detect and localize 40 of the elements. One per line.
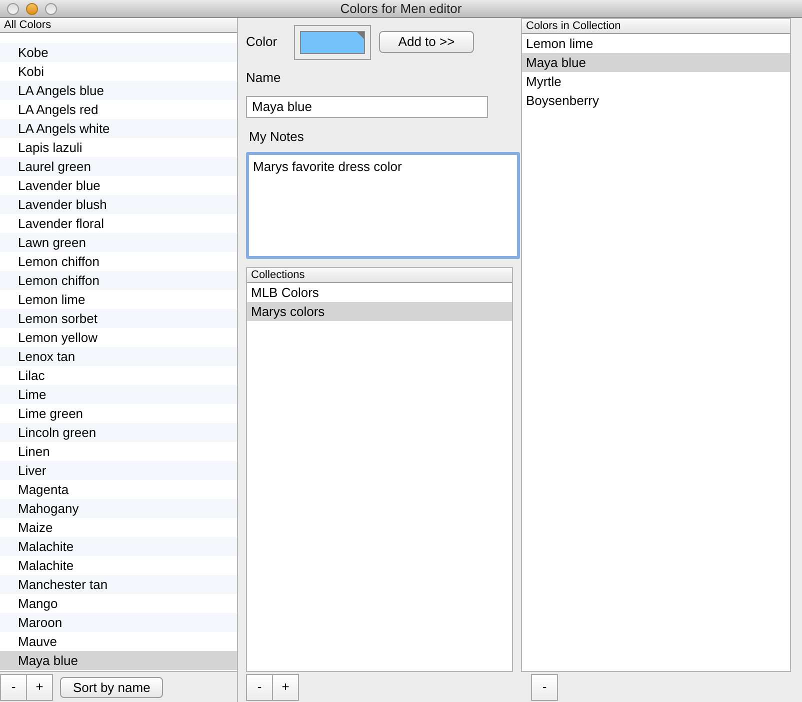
list-item[interactable]: LA Angels white xyxy=(0,119,237,138)
color-label: Color xyxy=(246,33,278,52)
window-title: Colors for Men editor xyxy=(340,0,462,18)
list-item[interactable]: LA Angels blue xyxy=(0,81,237,100)
list-item[interactable]: Lemon chiffon xyxy=(0,271,237,290)
list-item[interactable]: Mahogany xyxy=(0,499,237,518)
list-item[interactable]: Lenox tan xyxy=(0,347,237,366)
zoom-icon[interactable] xyxy=(45,3,57,15)
list-header[interactable]: All Colors xyxy=(0,18,237,33)
list-item[interactable]: Marys colors xyxy=(247,302,512,321)
add-button[interactable]: + xyxy=(26,674,53,700)
name-field[interactable]: Maya blue xyxy=(246,96,488,118)
name-label: Name xyxy=(246,69,282,87)
list-item[interactable]: Manchester tan xyxy=(0,575,237,594)
remove-button[interactable]: - xyxy=(246,674,273,700)
list-item[interactable]: Malachite xyxy=(0,537,237,556)
add-to-button[interactable]: Add to >> xyxy=(379,31,474,53)
list-item[interactable]: Lincoln green xyxy=(0,423,237,442)
list-item[interactable]: Kobe xyxy=(0,43,237,62)
list-item[interactable]: Liver xyxy=(0,461,237,480)
sort-button[interactable]: Sort by name xyxy=(60,676,164,698)
remove-button[interactable]: - xyxy=(531,674,558,700)
notes-field[interactable]: Marys favorite dress color xyxy=(246,152,520,259)
remove-button[interactable]: - xyxy=(0,674,27,700)
notes-label: My Notes xyxy=(249,128,305,146)
list-item[interactable]: Maya blue xyxy=(0,651,237,670)
add-button[interactable]: + xyxy=(272,674,299,700)
list-item[interactable]: Lime xyxy=(0,385,237,404)
color-well[interactable] xyxy=(294,24,371,60)
close-icon[interactable] xyxy=(7,3,19,15)
list-header[interactable]: Colors in Collection xyxy=(522,19,790,34)
list-header[interactable]: Collections xyxy=(247,268,512,283)
list-item[interactable]: Lawn green xyxy=(0,233,237,252)
list-item[interactable]: Lemon sorbet xyxy=(0,309,237,328)
list-item[interactable]: Laurel green xyxy=(0,157,237,176)
minimize-icon[interactable] xyxy=(26,3,38,15)
list-item[interactable]: Maya blue xyxy=(522,53,790,72)
list-item[interactable]: Maroon xyxy=(0,613,237,632)
list-item[interactable]: Lavender blush xyxy=(0,195,237,214)
corner-icon xyxy=(357,32,364,38)
